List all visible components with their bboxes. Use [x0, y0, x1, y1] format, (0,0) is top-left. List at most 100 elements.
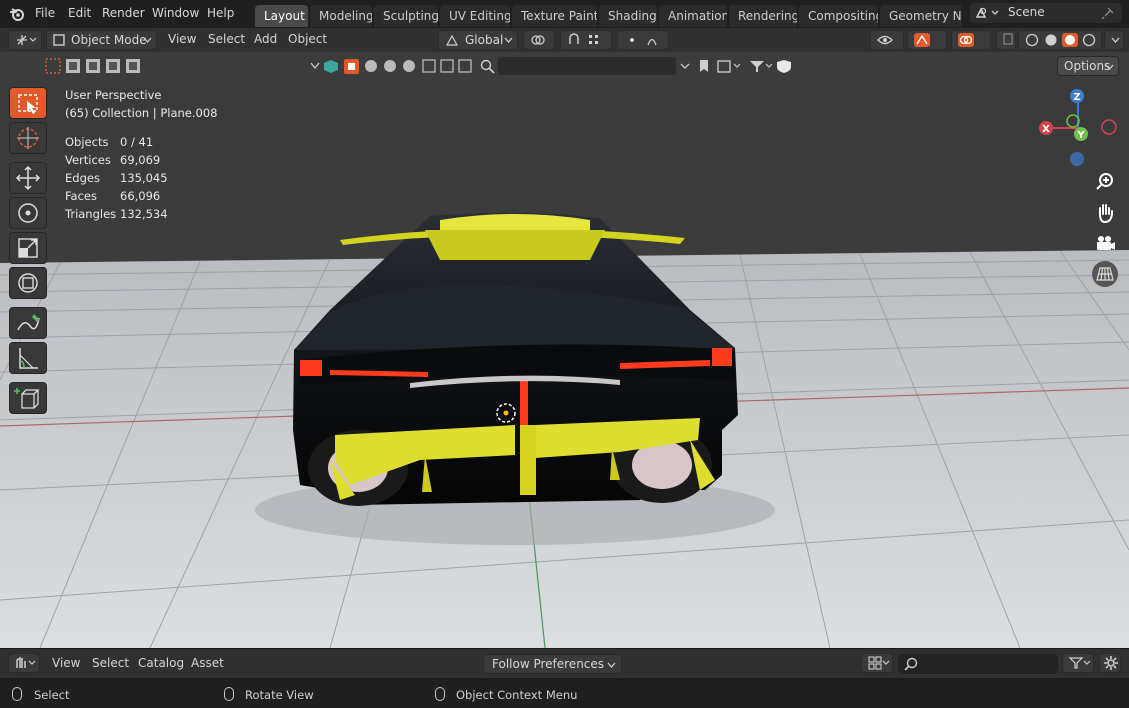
menu-render[interactable]: Render [102, 6, 145, 20]
stat-objects-label: Objects [65, 135, 109, 149]
status-bar: Select Rotate View Object Context Menu [0, 682, 1129, 708]
search-icon [904, 657, 918, 671]
zoom-view-button[interactable] [1092, 169, 1118, 195]
snapping-button[interactable] [560, 30, 612, 50]
camera-icon [1097, 236, 1115, 250]
menu-add[interactable]: Add [254, 32, 277, 46]
asset-filter-button[interactable] [1062, 653, 1094, 673]
tab-layout[interactable]: Layout [255, 5, 308, 27]
overlays-toggle-button[interactable] [951, 30, 991, 50]
blender-logo-icon[interactable] [9, 6, 25, 22]
scene-name[interactable]: Scene [1008, 5, 1045, 19]
chevron-down-icon [1105, 64, 1114, 70]
gizmo-toggle-button[interactable] [907, 30, 947, 50]
tool-header: Options [0, 52, 1129, 80]
tab-texture-paint[interactable]: Texture Paint [512, 5, 597, 27]
chevron-down-icon [1111, 37, 1120, 43]
global-orientation-icon [445, 34, 459, 46]
view-name: User Perspective [65, 88, 162, 102]
pin-icon[interactable] [1101, 6, 1115, 20]
mouse-middle-icon [224, 687, 234, 701]
menu-object[interactable]: Object [288, 32, 327, 46]
bottom-menu-catalog[interactable]: Catalog [138, 656, 184, 670]
bottom-menu-select[interactable]: Select [92, 656, 129, 670]
orientation-label: Global [465, 33, 504, 47]
editor-type-button[interactable] [8, 30, 42, 50]
transform-tool[interactable] [9, 267, 47, 299]
chevron-down-icon [504, 37, 513, 43]
viewport-scene[interactable] [0, 80, 1129, 648]
camera-view-button[interactable] [1092, 231, 1118, 257]
visibility-toggle-button[interactable] [870, 30, 904, 50]
hand-icon [1099, 204, 1113, 224]
menu-window[interactable]: Window [152, 6, 199, 20]
status-select: Select [34, 688, 70, 702]
3d-viewport[interactable]: User Perspective (65) Collection | Plane… [0, 80, 1129, 648]
overlays-icon [958, 33, 974, 47]
cursor-tool[interactable] [9, 122, 47, 154]
ortho-perspective-button[interactable] [1092, 261, 1118, 287]
xray-toggle-button[interactable] [996, 30, 1016, 50]
axes-editor-icon [17, 35, 37, 45]
annotate-tool[interactable] [9, 307, 47, 339]
pan-view-button[interactable] [1092, 200, 1118, 226]
pencil-icon [17, 314, 40, 331]
mode-selector[interactable]: Object Mode [46, 30, 157, 50]
tab-rendering[interactable]: Rendering [729, 5, 797, 27]
select-box-tool[interactable] [9, 87, 47, 119]
scale-icon [18, 238, 38, 258]
asset-settings-button[interactable] [1099, 653, 1121, 673]
object-type-visibility-icons[interactable] [308, 58, 498, 74]
shading-mode-group[interactable] [1018, 30, 1102, 50]
outliner-search-input[interactable] [498, 57, 676, 75]
object-mode-icon [53, 34, 65, 46]
tab-shading[interactable]: Shading [599, 5, 657, 27]
tab-compositing[interactable]: Compositing [799, 5, 878, 27]
stat-objects-value: 0 / 41 [120, 135, 154, 149]
scale-tool[interactable] [9, 232, 47, 264]
shading-options-button[interactable] [1104, 30, 1124, 50]
measure-tool[interactable] [9, 342, 47, 374]
menu-view[interactable]: View [168, 32, 196, 46]
filter-icons[interactable] [678, 58, 800, 74]
tab-modeling[interactable]: Modeling [310, 5, 372, 27]
add-cube-tool[interactable] [9, 382, 47, 414]
pivot-point-button[interactable] [523, 30, 555, 50]
proportional-editing-button[interactable] [617, 30, 669, 50]
tab-sculpting[interactable]: Sculpting [374, 5, 438, 27]
pivot-icon [531, 35, 545, 45]
tab-geometry-nodes[interactable]: Geometry Noc [880, 5, 962, 27]
snap-magnet-icon [569, 33, 598, 44]
add-cube-icon [14, 388, 40, 409]
navigation-gizmo[interactable]: Z X Y [1032, 86, 1122, 170]
import-method-select[interactable]: Follow Preferences [483, 654, 622, 674]
bottom-menu-view[interactable]: View [52, 656, 80, 670]
gizmo-y-label: Y [1076, 130, 1085, 141]
scene-selector[interactable]: Scene [970, 3, 1122, 23]
tab-uv-editing[interactable]: UV Editing [440, 5, 510, 27]
selection-mode-icons[interactable] [45, 58, 140, 74]
mouse-right-icon [435, 687, 445, 701]
menu-file[interactable]: File [35, 6, 55, 20]
bottom-menu-asset[interactable]: Asset [191, 656, 224, 670]
menu-edit[interactable]: Edit [68, 6, 91, 20]
filter-icon [1068, 657, 1091, 669]
display-mode-button[interactable] [861, 653, 893, 673]
asset-search-input[interactable] [898, 654, 1058, 674]
transform-orientation-select[interactable]: Global [438, 30, 518, 50]
menu-select[interactable]: Select [208, 32, 245, 46]
select-box-icon [18, 94, 38, 114]
gizmo-icon [914, 33, 930, 47]
status-rotate-view: Rotate View [245, 688, 314, 702]
grid-perspective-icon [1096, 267, 1114, 281]
menu-help[interactable]: Help [207, 6, 234, 20]
gear-icon [1104, 656, 1118, 670]
stat-triangles-value: 132,534 [120, 207, 168, 221]
rotate-tool[interactable] [9, 197, 47, 229]
move-tool[interactable] [9, 162, 47, 194]
options-dropdown[interactable]: Options [1057, 56, 1119, 76]
stat-vertices-label: Vertices [65, 153, 111, 167]
shading-modes-icon [1025, 33, 1096, 47]
tab-animation[interactable]: Animation [659, 5, 727, 27]
editor-type-button-bottom[interactable] [8, 653, 40, 673]
